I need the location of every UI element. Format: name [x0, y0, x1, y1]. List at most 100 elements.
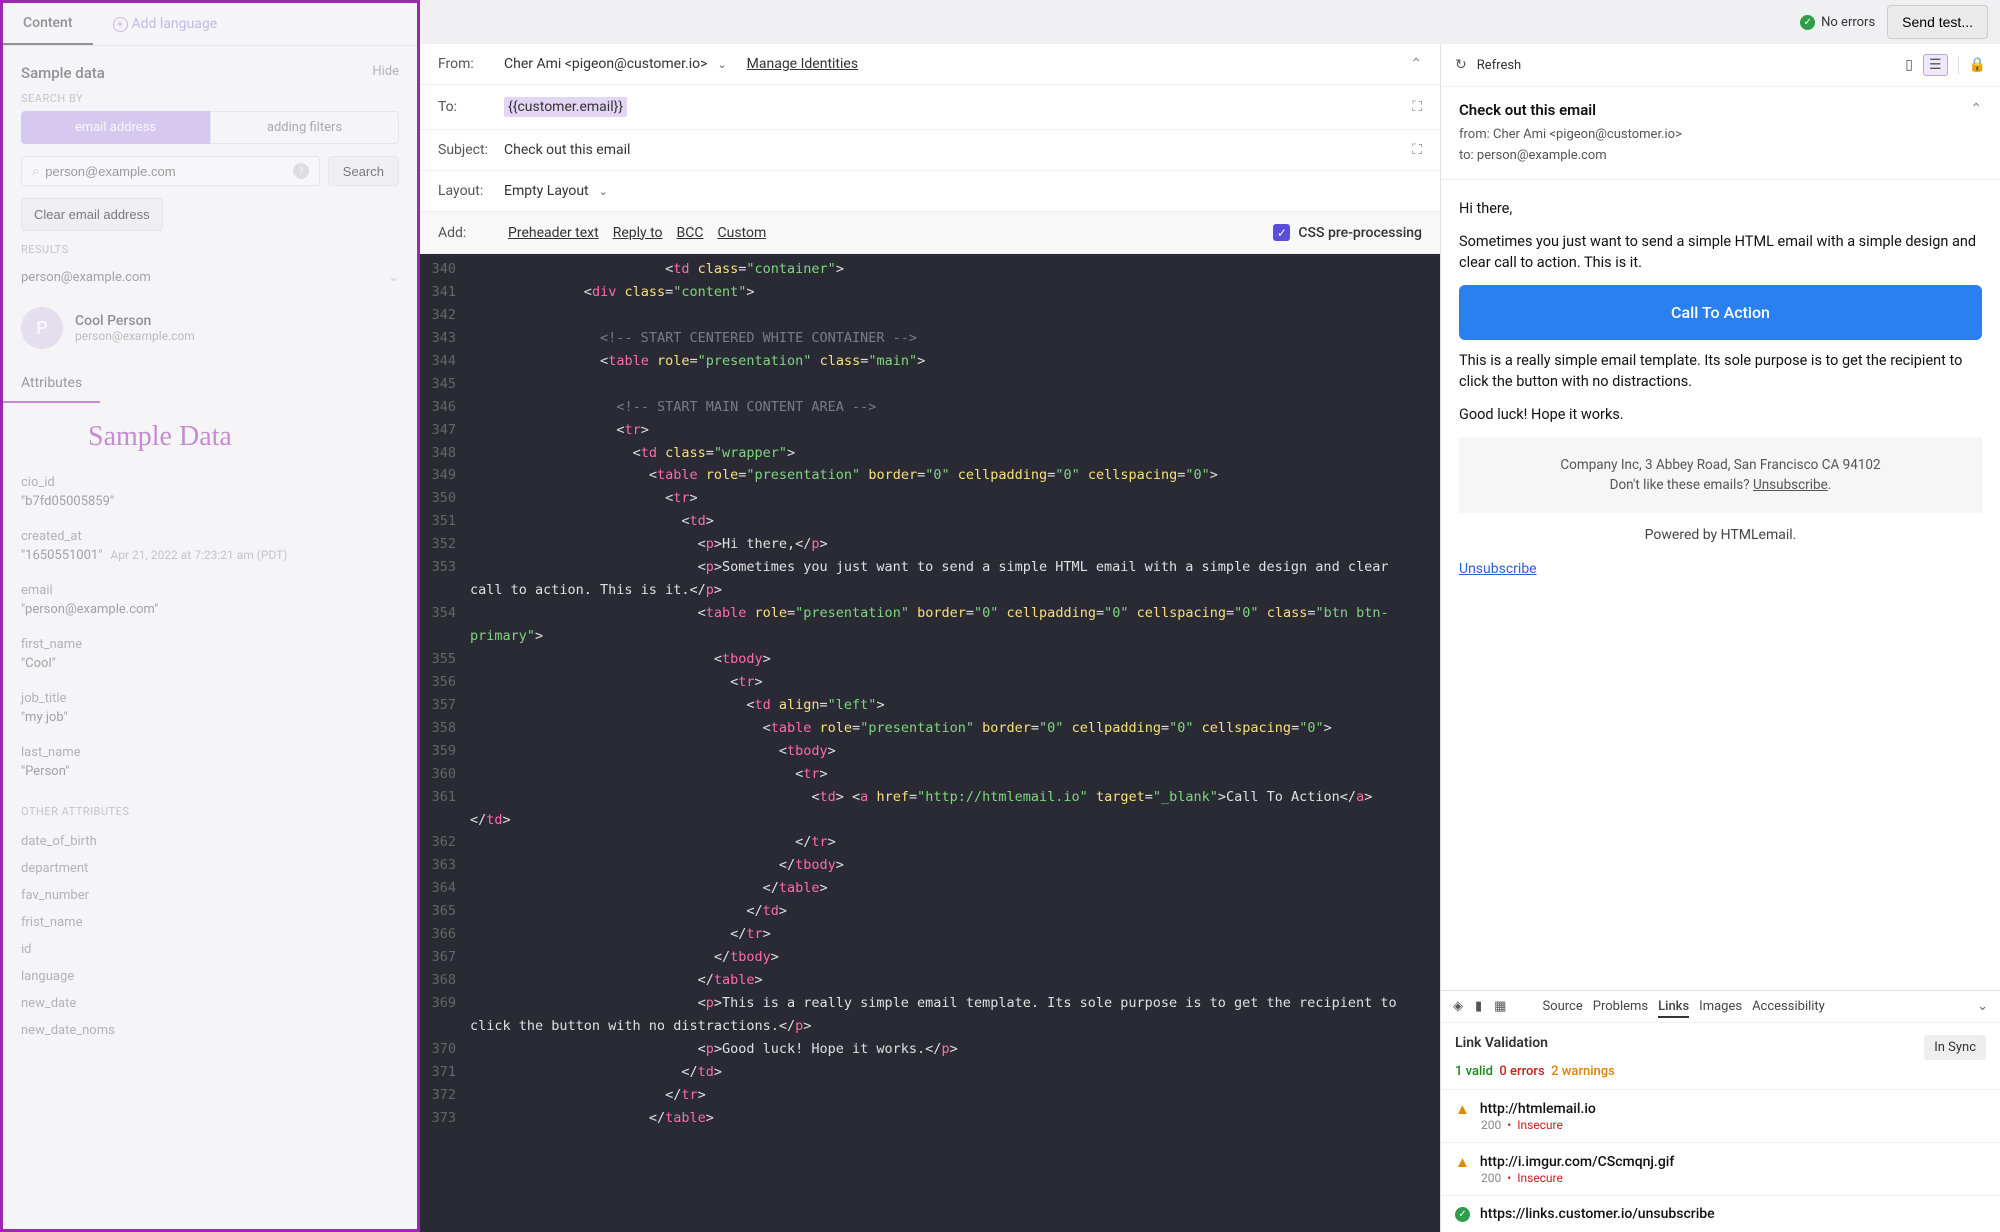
- link-item[interactable]: ▲http://htmlemail.io200 • Insecure: [1441, 1089, 2000, 1142]
- code-line[interactable]: 353 <p>Sometimes you just want to send a…: [420, 556, 1440, 602]
- code-line[interactable]: 369 <p>This is a really simple email tem…: [420, 992, 1440, 1038]
- devices-icon[interactable]: ▯: [1905, 57, 1913, 73]
- code-line[interactable]: 354 <table role="presentation" border="0…: [420, 602, 1440, 648]
- code-line[interactable]: 343 <!-- START CENTERED WHITE CONTAINER …: [420, 327, 1440, 350]
- link-item[interactable]: ✓https://links.customer.io/unsubscribe: [1441, 1195, 2000, 1232]
- code-line[interactable]: 362 </tr>: [420, 831, 1440, 854]
- footer-address: Company Inc, 3 Abbey Road, San Francisco…: [1477, 455, 1964, 475]
- code-line[interactable]: 344 <table role="presentation" class="ma…: [420, 350, 1440, 373]
- chevron-down-icon[interactable]: ⌄: [599, 185, 608, 198]
- code-line[interactable]: 372 </tr>: [420, 1084, 1440, 1107]
- preview-from: from: Cher Ami <pigeon@customer.io>: [1459, 125, 1982, 146]
- mobile-icon[interactable]: ▮: [1475, 999, 1482, 1014]
- tab-content[interactable]: Content: [3, 3, 93, 45]
- settings-icon[interactable]: ☰: [1923, 54, 1948, 76]
- add-reply-to[interactable]: Reply to: [613, 225, 663, 241]
- header-subject[interactable]: Subject: Check out this email ⛶: [420, 130, 1440, 171]
- cta-button[interactable]: Call To Action: [1459, 285, 1982, 340]
- powered-by: Powered by HTMLemail.: [1459, 513, 1982, 557]
- add-bcc[interactable]: BCC: [677, 225, 704, 241]
- code-line[interactable]: 367 </tbody>: [420, 946, 1440, 969]
- refresh-label[interactable]: Refresh: [1477, 58, 1521, 73]
- add-preheader[interactable]: Preheader text: [508, 225, 599, 241]
- inspector-tab-accessibility[interactable]: Accessibility: [1752, 997, 1825, 1016]
- collapse-icon[interactable]: ⌃: [1970, 101, 1982, 117]
- tab-attributes[interactable]: Attributes: [3, 363, 100, 403]
- footer-unsubscribe-link[interactable]: Unsubscribe: [1753, 477, 1828, 493]
- code-line[interactable]: 359 <tbody>: [420, 740, 1440, 763]
- inspector-tab-source[interactable]: Source: [1542, 997, 1582, 1016]
- header-to[interactable]: To: {{customer.email}} ⛶: [420, 85, 1440, 130]
- chevron-down-icon[interactable]: ⌄: [717, 58, 726, 71]
- editor-column: From: Cher Ami <pigeon@customer.io> ⌄ Ma…: [420, 44, 1440, 1232]
- add-custom[interactable]: Custom: [717, 225, 766, 241]
- target-icon[interactable]: ◈: [1453, 999, 1463, 1014]
- code-line[interactable]: 356 <tr>: [420, 671, 1440, 694]
- code-line[interactable]: 346 <!-- START MAIN CONTENT AREA -->: [420, 396, 1440, 419]
- other-attr-key: fav_number: [21, 876, 399, 903]
- preview-to: to: person@example.com: [1459, 146, 1982, 167]
- code-line[interactable]: 361 <td> <a href="http://htmlemail.io" t…: [420, 786, 1440, 832]
- code-editor[interactable]: 340 <td class="container">341 <div class…: [420, 254, 1440, 1232]
- code-line[interactable]: 370 <p>Good luck! Hope it works.</p>: [420, 1038, 1440, 1061]
- unsubscribe-link[interactable]: Unsubscribe: [1459, 557, 1537, 577]
- pill-adding-filters[interactable]: adding filters: [210, 111, 399, 144]
- link-item[interactable]: ▲http://i.imgur.com/CScmqnj.gif200 • Ins…: [1441, 1142, 2000, 1195]
- code-line[interactable]: 355 <tbody>: [420, 648, 1440, 671]
- code-line[interactable]: 357 <td align="left">: [420, 694, 1440, 717]
- clear-email-button[interactable]: Clear email address: [21, 198, 163, 231]
- css-preprocessing-toggle[interactable]: ✓ CSS pre-processing: [1273, 224, 1422, 241]
- plus-icon: +: [113, 17, 128, 32]
- refresh-icon[interactable]: ↻: [1455, 57, 1467, 73]
- search-button[interactable]: Search: [328, 156, 399, 186]
- code-line[interactable]: 351 <td>: [420, 510, 1440, 533]
- code-line[interactable]: 366 </tr>: [420, 923, 1440, 946]
- preview-subject: Check out this email: [1459, 101, 1982, 119]
- avatar: P: [21, 307, 63, 349]
- code-line[interactable]: 342: [420, 304, 1440, 327]
- code-line[interactable]: 363 </tbody>: [420, 854, 1440, 877]
- header-layout[interactable]: Layout: Empty Layout ⌄: [420, 171, 1440, 212]
- chevron-down-icon[interactable]: ⌄: [1977, 999, 1988, 1014]
- code-line[interactable]: 348 <td class="wrapper">: [420, 442, 1440, 465]
- inspector-tab-problems[interactable]: Problems: [1593, 997, 1648, 1016]
- pill-email-address[interactable]: email address: [21, 111, 210, 144]
- lock-icon[interactable]: 🔒: [1969, 57, 1986, 73]
- manage-identities-link[interactable]: Manage Identities: [747, 56, 858, 72]
- code-line[interactable]: 345: [420, 373, 1440, 396]
- search-input[interactable]: [45, 164, 287, 179]
- inspector-tabs: ◈ ▮ ▦ Source Problems Links Images Accessibi…: [1441, 991, 2000, 1023]
- code-line[interactable]: 371 </td>: [420, 1061, 1440, 1084]
- code-line[interactable]: 365 </td>: [420, 900, 1440, 923]
- code-line[interactable]: 364 </table>: [420, 877, 1440, 900]
- search-input-wrap[interactable]: ⌕ ?: [21, 156, 320, 186]
- person-card[interactable]: P Cool Person person@example.com: [3, 293, 417, 363]
- code-line[interactable]: 352 <p>Hi there,</p>: [420, 533, 1440, 556]
- send-test-button[interactable]: Send test...: [1887, 5, 1988, 39]
- code-line[interactable]: 341 <div class="content">: [420, 281, 1440, 304]
- code-line[interactable]: 368 </table>: [420, 969, 1440, 992]
- expand-icon[interactable]: ⛶: [1412, 142, 1422, 158]
- preview-header: Check out this email from: Cher Ami <pig…: [1441, 87, 2000, 180]
- code-line[interactable]: 350 <tr>: [420, 487, 1440, 510]
- preview-footer: Company Inc, 3 Abbey Road, San Francisco…: [1459, 437, 1982, 514]
- inspector-tab-links[interactable]: Links: [1658, 997, 1689, 1018]
- header-from[interactable]: From: Cher Ami <pigeon@customer.io> ⌄ Ma…: [420, 44, 1440, 85]
- check-icon: ✓: [1455, 1207, 1470, 1222]
- code-line[interactable]: 360 <tr>: [420, 763, 1440, 786]
- grid-icon[interactable]: ▦: [1494, 999, 1506, 1014]
- expand-icon[interactable]: ⛶: [1412, 99, 1422, 115]
- code-line[interactable]: 347 <tr>: [420, 419, 1440, 442]
- inspector-tab-images[interactable]: Images: [1699, 997, 1742, 1016]
- code-line[interactable]: 358 <table role="presentation" border="0…: [420, 717, 1440, 740]
- result-row[interactable]: person@example.com ⌄: [3, 262, 417, 293]
- code-line[interactable]: 340 <td class="container">: [420, 258, 1440, 281]
- code-line[interactable]: 349 <table role="presentation" border="0…: [420, 464, 1440, 487]
- hide-link[interactable]: Hide: [372, 64, 399, 82]
- warning-icon: ▲: [1455, 1153, 1470, 1171]
- collapse-icon[interactable]: ⌃: [1410, 56, 1422, 72]
- tab-add-language[interactable]: + Add language: [93, 3, 238, 45]
- search-icon: ⌕: [32, 164, 39, 179]
- code-line[interactable]: 373 </table>: [420, 1107, 1440, 1130]
- help-icon[interactable]: ?: [293, 163, 309, 179]
